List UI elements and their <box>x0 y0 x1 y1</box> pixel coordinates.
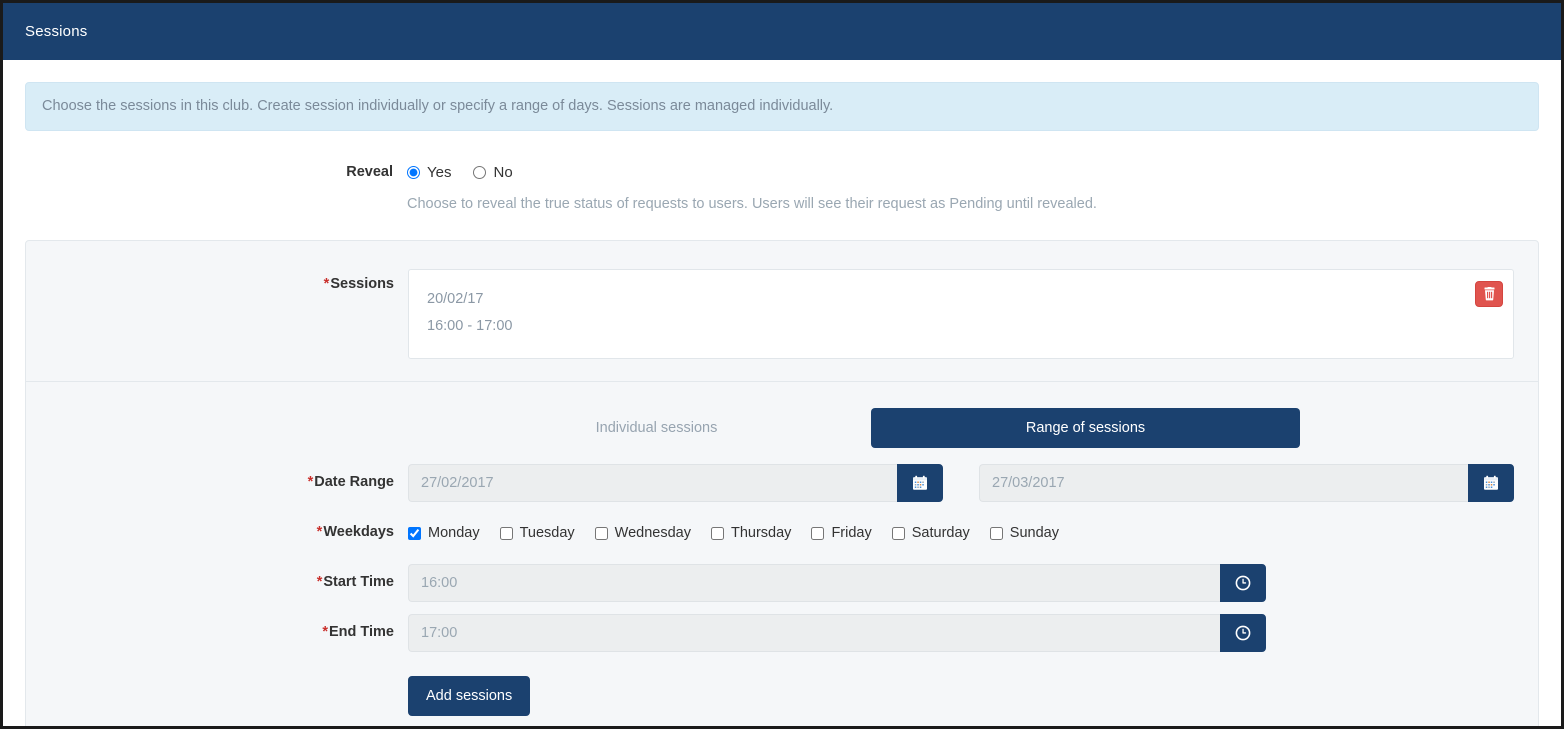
date-range-row: *Date Range <box>26 464 1514 503</box>
weekday-friday[interactable]: Friday <box>811 525 872 542</box>
tab-individual-sessions[interactable]: Individual sessions <box>442 408 871 448</box>
end-time-clock-button[interactable] <box>1220 614 1266 653</box>
end-time-group <box>408 614 1266 653</box>
session-date: 20/02/17 <box>427 291 484 308</box>
add-sessions-row: Add sessions <box>26 664 1514 726</box>
page-title: Sessions <box>25 23 88 40</box>
date-range-pair <box>408 464 1514 503</box>
reveal-option-no-label: No <box>493 163 513 181</box>
date-range-label-text: Date Range <box>314 474 394 491</box>
sessions-label: *Sessions <box>26 269 408 292</box>
add-sessions-field: Add sessions <box>408 676 1514 717</box>
reveal-option-yes[interactable]: Yes <box>407 164 451 181</box>
weekday-thursday-checkbox[interactable] <box>710 526 724 540</box>
weekday-friday-checkbox[interactable] <box>811 526 825 540</box>
sessions-box: 20/02/17 16:00 - 17:00 <box>408 269 1514 360</box>
date-from-calendar-button[interactable] <box>897 464 943 503</box>
weekday-sunday-label: Sunday <box>1009 525 1059 542</box>
date-from-input[interactable] <box>408 464 897 503</box>
weekday-saturday[interactable]: Saturday <box>891 525 970 542</box>
calendar-icon <box>1484 475 1498 490</box>
start-time-input[interactable] <box>408 564 1220 603</box>
reveal-radio-yes[interactable] <box>407 165 420 179</box>
weekdays-field: Monday Tuesday Wednesday Thursday Friday… <box>408 514 1514 552</box>
sessions-row: *Sessions 20/02/17 16:00 - 17:00 <box>26 269 1514 360</box>
weekdays-row: *Weekdays Monday Tuesday Wednesday Thurs… <box>26 514 1514 552</box>
panel-body: Choose the sessions in this club. Create… <box>3 60 1561 726</box>
weekday-friday-label: Friday <box>831 525 872 542</box>
panel-header: Sessions <box>3 3 1561 60</box>
reveal-row: Reveal Yes No Choose to reveal the true … <box>25 131 1539 213</box>
start-time-field <box>408 564 1514 603</box>
start-time-label: *Start Time <box>26 564 408 590</box>
weekday-monday-label: Monday <box>428 525 480 542</box>
end-time-required-marker: * <box>322 624 328 641</box>
reveal-option-no[interactable]: No <box>473 163 513 181</box>
sessions-window: Sessions Choose the sessions in this clu… <box>0 0 1564 729</box>
weekday-tuesday[interactable]: Tuesday <box>499 525 575 542</box>
date-range-label: *Date Range <box>26 464 408 490</box>
sessions-list-area: *Sessions 20/02/17 16:00 - 17:00 <box>26 241 1538 383</box>
info-banner: Choose the sessions in this club. Create… <box>25 82 1539 132</box>
date-to-group <box>979 464 1514 503</box>
delete-session-button[interactable] <box>1475 281 1503 308</box>
start-time-group <box>408 564 1266 603</box>
session-time: 16:00 - 17:00 <box>427 318 513 335</box>
session-mode-tabs-inner: Individual sessions Range of sessions <box>442 408 1300 449</box>
clock-icon <box>1235 575 1251 591</box>
sessions-panel: *Sessions 20/02/17 16:00 - 17:00 Individ… <box>25 240 1539 726</box>
reveal-radio-group: Yes No <box>407 157 1539 187</box>
weekday-saturday-label: Saturday <box>911 525 970 542</box>
end-time-label: *End Time <box>26 614 408 640</box>
sessions-label-text: Sessions <box>330 276 394 293</box>
end-time-label-text: End Time <box>329 624 394 641</box>
weekday-monday[interactable]: Monday <box>408 525 480 541</box>
reveal-field: Yes No Choose to reveal the true status … <box>407 157 1539 212</box>
weekdays-label: *Weekdays <box>26 514 408 540</box>
reveal-option-yes-label: Yes <box>427 163 452 181</box>
date-from-group <box>408 464 943 503</box>
date-to-input[interactable] <box>979 464 1468 503</box>
reveal-label: Reveal <box>346 164 393 181</box>
weekday-monday-checkbox[interactable] <box>408 526 421 540</box>
weekday-thursday[interactable]: Thursday <box>710 525 792 542</box>
weekdays-required-marker: * <box>316 524 323 541</box>
sessions-field: 20/02/17 16:00 - 17:00 <box>408 269 1514 360</box>
trash-icon <box>1484 287 1494 301</box>
date-to-calendar-button[interactable] <box>1468 464 1514 503</box>
start-time-label-text: Start Time <box>323 574 394 591</box>
end-time-field <box>408 614 1514 653</box>
weekday-thursday-label: Thursday <box>730 525 792 542</box>
date-range-field <box>408 464 1514 503</box>
clock-icon <box>1235 625 1251 641</box>
add-sessions-button[interactable]: Add sessions <box>408 676 531 717</box>
end-time-row: *End Time <box>26 614 1514 653</box>
calendar-icon <box>913 475 927 490</box>
weekday-tuesday-checkbox[interactable] <box>499 526 513 540</box>
weekday-tuesday-label: Tuesday <box>519 525 575 542</box>
session-mode-tabs: Individual sessions Range of sessions <box>26 382 1538 449</box>
weekday-wednesday[interactable]: Wednesday <box>594 525 691 542</box>
weekday-wednesday-checkbox[interactable] <box>594 526 608 540</box>
end-time-input[interactable] <box>408 614 1220 653</box>
start-time-required-marker: * <box>316 574 323 591</box>
tab-range-of-sessions[interactable]: Range of sessions <box>871 408 1300 449</box>
add-sessions-spacer <box>26 676 408 686</box>
range-form-fields: *Date Range 27/02/2017 27/03/2017 *Weekd… <box>26 448 1538 726</box>
reveal-help-text: Choose to reveal the true status of requ… <box>407 196 1097 213</box>
weekday-sunday[interactable]: Sunday <box>989 525 1059 542</box>
weekdays-label-text: Weekdays <box>323 524 394 541</box>
weekday-saturday-checkbox[interactable] <box>891 526 905 540</box>
weekdays-checkbox-group: Monday Tuesday Wednesday Thursday Friday… <box>408 514 1514 552</box>
date-range-required-marker: * <box>307 474 314 491</box>
reveal-radio-no[interactable] <box>473 165 487 179</box>
sessions-required-marker: * <box>323 276 330 293</box>
start-time-clock-button[interactable] <box>1220 564 1266 603</box>
weekday-sunday-checkbox[interactable] <box>989 526 1003 540</box>
weekday-wednesday-label: Wednesday <box>614 525 691 542</box>
start-time-row: *Start Time <box>26 564 1514 603</box>
